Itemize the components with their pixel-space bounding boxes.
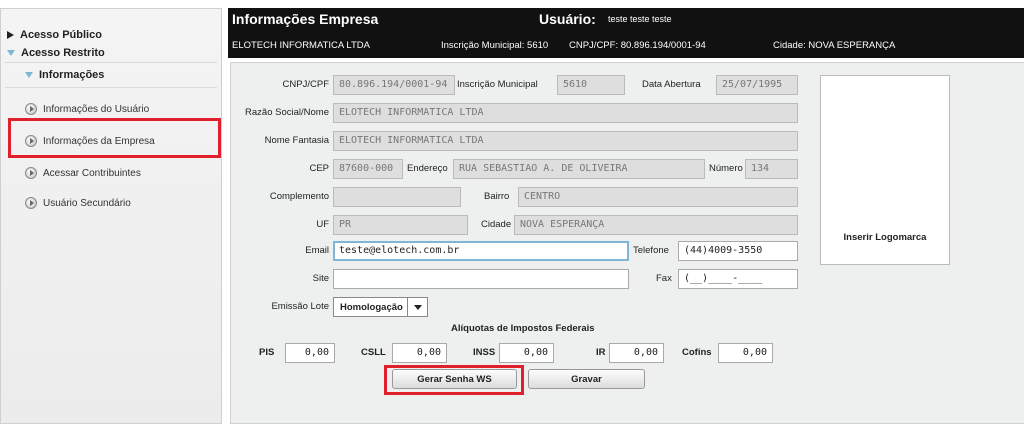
complemento-label: Complemento bbox=[269, 191, 329, 202]
ir-input[interactable]: 0,00 bbox=[609, 343, 664, 363]
arrow-circle-icon bbox=[25, 167, 37, 179]
fantasia-field: ELOTECH INFORMATICA LTDA bbox=[333, 131, 798, 151]
ir-label: IR bbox=[596, 347, 606, 358]
cep-field: 87600-000 bbox=[333, 159, 403, 179]
sidebar-item-acessar-contribuintes[interactable]: Acessar Contribuintes bbox=[25, 167, 141, 179]
impostos-title: Alíquotas de Impostos Federais bbox=[451, 323, 595, 334]
endereco-label: Endereço bbox=[407, 163, 448, 174]
inss-input[interactable]: 0,00 bbox=[499, 343, 554, 363]
gravar-button[interactable]: Gravar bbox=[528, 369, 645, 389]
email-label: Email bbox=[305, 245, 329, 256]
sidebar-item-label: Usuário Secundário bbox=[43, 197, 131, 209]
site-input[interactable] bbox=[333, 269, 629, 289]
cofins-label: Cofins bbox=[682, 347, 712, 358]
collapse-arrow-icon bbox=[7, 50, 15, 56]
highlight-box bbox=[8, 118, 221, 158]
fax-label: Fax bbox=[656, 273, 672, 284]
razao-label: Razão Social/Nome bbox=[245, 107, 329, 118]
sidebar-item-usuario-secundario[interactable]: Usuário Secundário bbox=[25, 197, 131, 209]
fantasia-label: Nome Fantasia bbox=[264, 135, 329, 146]
site-label: Site bbox=[312, 273, 329, 284]
bairro-label: Bairro bbox=[484, 191, 510, 202]
accordion-label: Acesso Público bbox=[20, 29, 102, 41]
page-header: Informações Empresa Usuário: teste teste… bbox=[228, 8, 1024, 58]
csll-input[interactable]: 0,00 bbox=[392, 343, 447, 363]
emissao-value: Homologação bbox=[340, 302, 403, 313]
user-name: teste teste teste bbox=[608, 14, 672, 24]
cnpj-label: CNPJ/CPF bbox=[282, 79, 329, 90]
sidebar-item-informacoes-usuario[interactable]: Informações do Usuário bbox=[25, 103, 149, 115]
logo-upload-area[interactable]: Inserir Logomarca bbox=[820, 75, 950, 265]
accordion-acesso-publico[interactable]: Acesso Público bbox=[7, 29, 102, 41]
sidebar-item-label: Acessar Contribuintes bbox=[43, 167, 141, 179]
email-input[interactable]: teste@elotech.com.br bbox=[333, 241, 629, 261]
divider bbox=[5, 87, 217, 88]
inscricao-label: Inscrição Municipal bbox=[457, 79, 538, 90]
bairro-field: CENTRO bbox=[518, 187, 798, 207]
chevron-down-icon[interactable] bbox=[407, 298, 427, 316]
cidade-field: NOVA ESPERANÇA bbox=[514, 215, 798, 235]
fax-input[interactable]: (__)____-____ bbox=[678, 269, 798, 289]
group-informacoes[interactable]: Informações bbox=[25, 69, 104, 81]
inss-label: INSS bbox=[473, 347, 496, 358]
cnpj-field: 80.896.194/0001-94 bbox=[333, 75, 455, 95]
numero-field: 134 bbox=[745, 159, 798, 179]
expand-arrow-icon bbox=[7, 31, 14, 39]
razao-field: ELOTECH INFORMATICA LTDA bbox=[333, 103, 798, 123]
accordion-label: Acesso Restrito bbox=[21, 47, 105, 59]
group-label: Informações bbox=[39, 69, 105, 81]
uf-label: UF bbox=[316, 219, 329, 230]
accordion-acesso-restrito[interactable]: Acesso Restrito bbox=[7, 47, 105, 59]
complemento-field bbox=[333, 187, 461, 207]
company-name: ELOTECH INFORMATICA LTDA bbox=[232, 40, 370, 51]
header-inscricao: Inscrição Municipal: 5610 bbox=[441, 40, 549, 51]
csll-label: CSLL bbox=[361, 347, 386, 358]
abertura-field: 25/07/1995 bbox=[716, 75, 798, 95]
highlight-box bbox=[384, 365, 524, 395]
cidade-label: Cidade bbox=[481, 219, 512, 230]
page-title: Informações Empresa bbox=[232, 11, 379, 27]
pis-input[interactable]: 0,00 bbox=[285, 343, 335, 363]
cofins-input[interactable]: 0,00 bbox=[718, 343, 773, 363]
telefone-label: Telefone bbox=[633, 245, 669, 256]
emissao-select[interactable]: Homologação bbox=[333, 297, 428, 317]
endereco-field: RUA SEBASTIAO A. DE OLIVEIRA bbox=[453, 159, 705, 179]
sidebar: Acesso Público Acesso Restrito Informaçõ… bbox=[0, 8, 222, 424]
divider bbox=[5, 62, 217, 63]
emissao-label: Emissão Lote bbox=[271, 301, 329, 312]
header-cidade: Cidade: NOVA ESPERANÇA bbox=[773, 40, 896, 51]
telefone-input[interactable]: (44)4009-3550 bbox=[678, 241, 798, 261]
company-form: CNPJ/CPF 80.896.194/0001-94 Inscrição Mu… bbox=[230, 62, 1024, 424]
uf-field: PR bbox=[333, 215, 468, 235]
abertura-label: Data Abertura bbox=[642, 79, 701, 90]
arrow-circle-icon bbox=[25, 103, 37, 115]
numero-label: Número bbox=[709, 163, 743, 174]
cep-label: CEP bbox=[309, 163, 329, 174]
pis-label: PIS bbox=[259, 347, 275, 358]
arrow-circle-icon bbox=[25, 197, 37, 209]
sidebar-item-label: Informações do Usuário bbox=[43, 103, 150, 115]
logo-label: Inserir Logomarca bbox=[843, 232, 927, 243]
inscricao-field: 5610 bbox=[557, 75, 625, 95]
user-label: Usuário: bbox=[539, 11, 596, 27]
header-cnpj: CNPJ/CPF: 80.896.194/0001-94 bbox=[569, 40, 706, 51]
collapse-arrow-icon bbox=[25, 72, 33, 78]
